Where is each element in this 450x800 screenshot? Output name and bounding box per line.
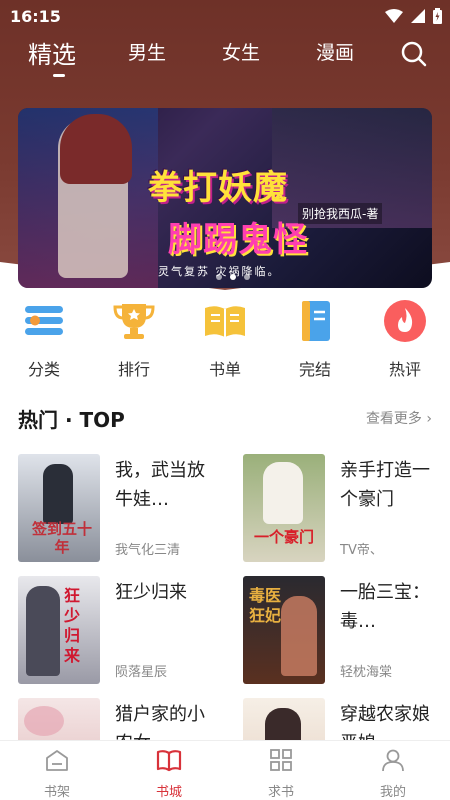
banner-title-line1: 拳打妖魔: [148, 168, 288, 208]
chevron-right-icon: ›: [426, 411, 432, 427]
category-classify[interactable]: 分类: [14, 298, 74, 380]
bookshelf-icon: [46, 750, 68, 771]
book-card[interactable]: 一个豪门 亲手打造一个豪门 TV帝、: [243, 454, 443, 564]
banner-dot[interactable]: [244, 274, 250, 280]
book-title: 一胎三宝：毒…: [340, 582, 430, 632]
cover-figure: [263, 462, 303, 524]
tab-label: 书架: [43, 785, 70, 800]
cover-title: 一个豪门: [253, 528, 314, 546]
category-label: 分类: [27, 360, 60, 379]
wifi-icon: [385, 9, 403, 23]
section-title: 热门 · TOP: [18, 408, 125, 432]
category-ranking[interactable]: 排行: [104, 298, 164, 380]
tab-label: 书城: [155, 785, 182, 800]
see-more-label: 查看更多: [365, 411, 422, 427]
category-shortcuts: 分类 排行 书单 完结 热评: [0, 298, 450, 388]
book-open-icon: [205, 306, 245, 337]
trophy-icon: [113, 304, 155, 339]
status-icons: [385, 8, 442, 24]
tab-label: 求书: [267, 785, 294, 800]
status-bar: 16:15: [0, 0, 450, 32]
cover-decoration: [24, 706, 64, 736]
book-cover: 一个豪门: [243, 454, 325, 562]
book-cover: 毒医狂妃: [243, 576, 325, 684]
category-label: 排行: [117, 360, 150, 379]
book-card[interactable]: 毒医狂妃 一胎三宝：毒… 轻枕海棠: [243, 576, 443, 686]
tab-featured[interactable]: 精选: [28, 35, 76, 70]
book-author: TV帝、: [340, 543, 383, 558]
cover-title: 签到五十年: [32, 520, 93, 556]
banner-author: 别抢我西瓜-著: [298, 203, 383, 224]
tab-bookstore[interactable]: 书城: [134, 747, 204, 800]
signal-icon: [411, 9, 425, 23]
list-icon: [25, 306, 63, 335]
category-booklist[interactable]: 书单: [195, 298, 255, 380]
book-cover: 签到五十年: [18, 454, 100, 562]
section-header: 热门 · TOP 查看更多 ›: [18, 400, 432, 434]
book-cover: 狂少归来: [18, 576, 100, 684]
cover-figure: [281, 596, 317, 676]
book-author: 轻枕海棠: [340, 665, 393, 680]
active-tab-indicator: [53, 74, 65, 77]
category-completed[interactable]: 完结: [285, 298, 345, 380]
promo-banner[interactable]: 拳打妖魔 脚踢鬼怪 别抢我西瓜-著 灵气复苏 灾祸降临。: [18, 108, 432, 288]
banner-dot[interactable]: [216, 274, 222, 280]
bottom-tab-bar: 书架 书城 求书 我的: [0, 740, 450, 800]
search-icon[interactable]: [400, 40, 428, 68]
tab-profile[interactable]: 我的: [358, 747, 428, 800]
book-title: 亲手打造一个豪门: [340, 460, 430, 510]
battery-icon: [433, 8, 442, 24]
cover-title: 毒医狂妃: [249, 586, 282, 625]
book-author: 我气化三清: [115, 543, 181, 558]
banner-character-hair: [60, 114, 132, 184]
tab-request-book[interactable]: 求书: [246, 747, 316, 800]
book-card[interactable]: 狂少归来 狂少归来 陨落星辰: [18, 576, 218, 686]
category-label: 完结: [298, 360, 331, 379]
status-time: 16:15: [10, 7, 61, 26]
grid-icon: [270, 749, 292, 771]
tab-comics[interactable]: 漫画: [316, 38, 354, 65]
top-nav: 精选 男生 女生 漫画: [0, 32, 450, 82]
book-author: 陨落星辰: [115, 665, 168, 680]
book-icon: [302, 301, 330, 341]
book-title: 狂少归来: [115, 582, 187, 603]
category-label: 书单: [208, 360, 241, 379]
banner-title-line2: 脚踢鬼怪: [168, 220, 308, 260]
book-title: 我，武当放牛娃…: [115, 460, 205, 510]
banner-dot-active[interactable]: [230, 274, 236, 280]
category-label: 热评: [388, 360, 421, 379]
category-hot-reviews[interactable]: 热评: [375, 298, 435, 380]
cover-figure: [26, 586, 60, 676]
fire-icon: [384, 300, 426, 342]
tab-male[interactable]: 男生: [128, 38, 166, 65]
tab-female[interactable]: 女生: [222, 38, 260, 65]
user-icon: [382, 749, 404, 772]
cover-figure: [43, 464, 73, 524]
see-more-link[interactable]: 查看更多 ›: [366, 408, 432, 428]
tab-label: 我的: [379, 785, 406, 800]
cover-title: 狂少归来: [64, 586, 81, 665]
book-card[interactable]: 签到五十年 我，武当放牛娃… 我气化三清: [18, 454, 218, 564]
bookstore-icon: [156, 750, 182, 772]
tab-bookshelf[interactable]: 书架: [22, 747, 92, 800]
banner-pagination: [216, 274, 250, 280]
